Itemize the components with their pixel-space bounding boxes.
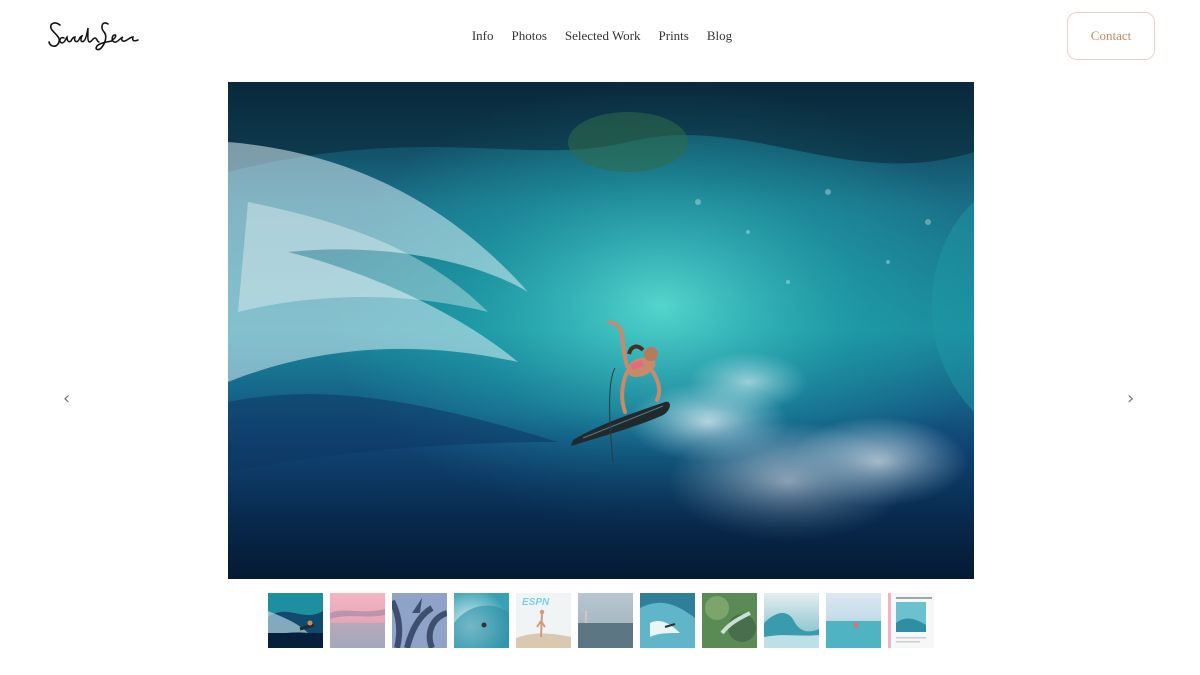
- thumbnail-strip: ESPN: [268, 593, 934, 649]
- thumbnail-10[interactable]: [826, 593, 881, 648]
- thumbnail-5[interactable]: ESPN: [516, 593, 571, 648]
- nav-item-prints[interactable]: Prints: [659, 28, 689, 44]
- nav-list: Info Photos Selected Work Prints Blog: [472, 28, 732, 44]
- thumbnail-1[interactable]: [268, 593, 323, 648]
- contact-button[interactable]: Contact: [1067, 12, 1155, 60]
- thumbnail-11[interactable]: [888, 593, 934, 648]
- nav-item-blog[interactable]: Blog: [707, 28, 732, 44]
- thumbnail-6[interactable]: [578, 593, 633, 648]
- thumbnail-7[interactable]: [640, 593, 695, 648]
- thumbnail-9[interactable]: [764, 593, 819, 648]
- chevron-right-icon[interactable]: ›: [1127, 390, 1134, 408]
- nav-item-selected-work[interactable]: Selected Work: [565, 28, 641, 44]
- nav-item-info[interactable]: Info: [472, 28, 494, 44]
- main-nav: Info Photos Selected Work Prints Blog: [0, 28, 1200, 44]
- thumbnail-8[interactable]: [702, 593, 757, 648]
- nav-item-photos[interactable]: Photos: [512, 28, 547, 44]
- thumbnail-3[interactable]: [392, 593, 447, 648]
- chevron-left-icon[interactable]: ‹: [63, 390, 70, 408]
- thumbnail-2[interactable]: [330, 593, 385, 648]
- espn-magazine-logo: ESPN: [522, 597, 550, 608]
- thumbnail-4[interactable]: [454, 593, 509, 648]
- main-photo: [228, 82, 974, 579]
